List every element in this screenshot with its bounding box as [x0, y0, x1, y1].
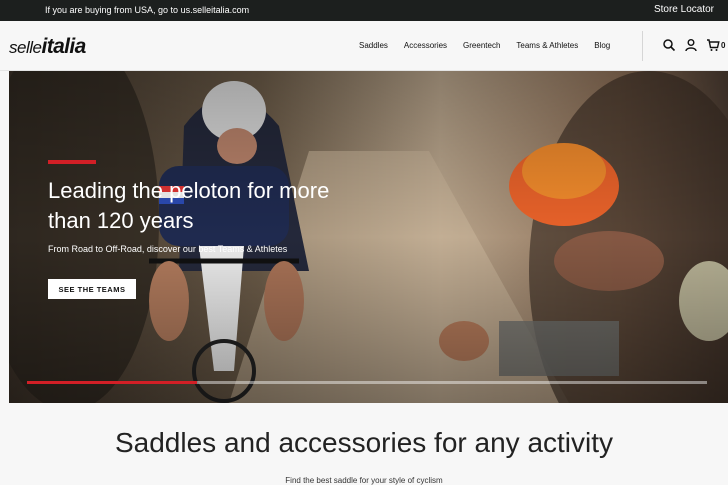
- logo-text-italia: italia: [41, 35, 86, 58]
- nav-blog[interactable]: Blog: [594, 41, 610, 50]
- cart-icon[interactable]: [706, 38, 720, 52]
- main-nav: Saddles Accessories Greentech Teams & At…: [359, 41, 626, 50]
- hero-accent-line: [48, 160, 96, 164]
- header-icons: 0: [662, 38, 725, 52]
- section-title: Saddles and accessories for any activity: [114, 427, 614, 458]
- selle-italia-logo[interactable]: selle italia: [9, 35, 86, 58]
- cart-count: 0: [721, 40, 726, 50]
- nav-saddles[interactable]: Saddles: [359, 41, 388, 50]
- usa-store-link[interactable]: If you are buying from USA, go to us.sel…: [45, 5, 249, 15]
- store-locator-link[interactable]: Store Locator: [654, 4, 714, 15]
- nav-greentech[interactable]: Greentech: [463, 41, 500, 50]
- section-subtitle: Find the best saddle for your style of c…: [285, 476, 443, 485]
- nav-teams-athletes[interactable]: Teams & Athletes: [516, 41, 578, 50]
- site-header: selle italia Saddles Accessories Greente…: [0, 21, 728, 71]
- see-the-teams-button[interactable]: SEE THE TEAMS: [48, 279, 136, 299]
- slider-progress-fill: [27, 381, 197, 384]
- header-divider: [642, 31, 643, 61]
- hero-image: [9, 71, 728, 403]
- hero-title: Leading the peloton for more than 120 ye…: [48, 178, 330, 233]
- search-icon[interactable]: [662, 38, 676, 52]
- logo-text-selle: selle: [9, 38, 42, 57]
- top-bar: If you are buying from USA, go to us.sel…: [0, 0, 728, 21]
- account-icon[interactable]: [684, 38, 698, 52]
- hero-banner: Leading the peloton for more than 120 ye…: [9, 71, 728, 403]
- hero-subtitle: From Road to Off-Road, discover our best…: [48, 244, 288, 254]
- nav-accessories[interactable]: Accessories: [404, 41, 447, 50]
